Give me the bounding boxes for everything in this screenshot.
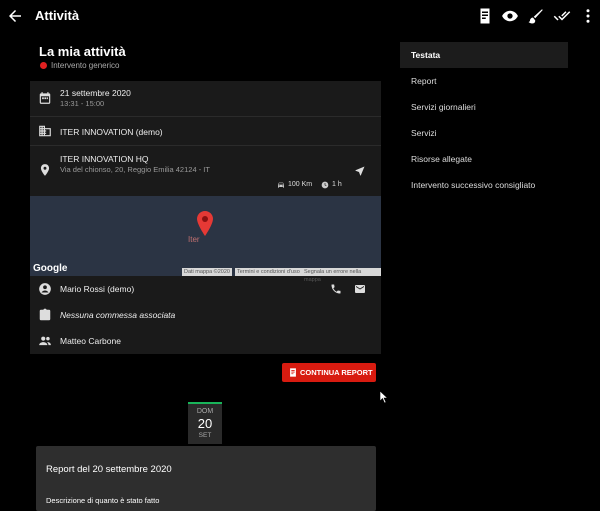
location-address: Via del chionso, 20, Reggio Emilia 42124…: [60, 165, 210, 174]
date-chip: DOM 20 SET: [188, 402, 222, 444]
contact-name: Mario Rossi (demo): [60, 284, 135, 294]
back-arrow-icon[interactable]: [6, 7, 24, 25]
activity-type: Intervento generico: [40, 61, 120, 70]
section-nav: Testata Report Servizi giornalieri Servi…: [400, 42, 568, 198]
activity-date: 21 settembre 2020: [60, 88, 131, 98]
team-member: Matteo Carbone: [60, 336, 121, 346]
activity-title: La mia attività: [39, 44, 126, 59]
continue-report-label: CONTINUA REPORT: [300, 368, 373, 377]
map-report-link[interactable]: Segnala un errore nella mappa: [302, 268, 381, 283]
map-view[interactable]: Iter Google Dati mappa ©2020 Termini e c…: [30, 196, 381, 283]
report-icon: [290, 368, 296, 377]
activity-card: 21 settembre 2020 13:31 - 15:00 ITER INN…: [30, 81, 381, 354]
report-description-label: Descrizione di quanto è stato fatto: [46, 496, 160, 505]
nav-item-servizi[interactable]: Servizi: [400, 120, 568, 146]
car-icon: [278, 182, 284, 188]
map-terms-link[interactable]: Termini e condizioni d'uso: [235, 268, 302, 276]
distance-value: 100 Km: [288, 181, 313, 188]
map-data-attribution[interactable]: Dati mappa ©2020: [182, 268, 232, 276]
document-icon[interactable]: [476, 7, 494, 25]
calendar-icon: [39, 92, 51, 104]
continue-report-button[interactable]: CONTINUA REPORT: [282, 363, 376, 382]
team-row[interactable]: Matteo Carbone: [30, 328, 381, 354]
company-name: ITER INNOVATION (demo): [60, 127, 163, 137]
report-title: Report del 20 settembre 2020: [46, 464, 172, 475]
mouse-cursor-icon: [380, 391, 389, 403]
map-pin-icon[interactable]: [197, 211, 213, 236]
nav-item-intervento-successivo[interactable]: Intervento successivo consigliato: [400, 172, 568, 198]
nav-item-testata[interactable]: Testata: [400, 42, 568, 68]
nav-item-report[interactable]: Report: [400, 68, 568, 94]
google-logo: Google: [33, 263, 68, 274]
contact-row[interactable]: Mario Rossi (demo): [30, 276, 381, 302]
person-icon: [39, 283, 51, 295]
order-row[interactable]: Nessuna commessa associata: [30, 302, 381, 328]
double-check-icon[interactable]: [553, 7, 571, 25]
clipboard-icon: [39, 308, 51, 321]
people-icon: [39, 336, 51, 346]
activity-header: La mia attività Intervento generico: [30, 40, 381, 80]
more-vert-icon[interactable]: [579, 7, 597, 25]
location-pin-icon: [40, 164, 50, 176]
order-status: Nessuna commessa associata: [60, 310, 176, 320]
date-chip-month: SET: [198, 432, 212, 439]
location-row[interactable]: ITER INNOVATION HQ Via del chionso, 20, …: [30, 146, 381, 196]
clock-icon: [321, 181, 329, 189]
date-chip-day: 20: [197, 416, 213, 431]
activity-type-label: Intervento generico: [51, 61, 120, 70]
date-chip-weekday: DOM: [196, 408, 214, 415]
eye-icon[interactable]: [501, 7, 519, 25]
report-card[interactable]: Report del 20 settembre 2020 Descrizione…: [36, 446, 376, 511]
duration-value: 1 h: [332, 181, 342, 188]
date-row: 21 settembre 2020 13:31 - 15:00: [30, 81, 381, 116]
status-dot: [40, 62, 47, 69]
nav-item-risorse-allegate[interactable]: Risorse allegate: [400, 146, 568, 172]
phone-icon[interactable]: [330, 283, 342, 295]
activity-time: 13:31 - 15:00: [60, 99, 105, 108]
activity-panel: La mia attività Intervento generico 21 s…: [30, 40, 381, 354]
nav-item-servizi-giornalieri[interactable]: Servizi giornalieri: [400, 94, 568, 120]
email-icon[interactable]: [354, 283, 366, 295]
company-row[interactable]: ITER INNOVATION (demo): [30, 117, 381, 145]
map-place-label: Iter: [188, 235, 200, 244]
page-title: Attività: [35, 8, 80, 23]
app-bar: Attività: [0, 0, 600, 32]
brush-icon[interactable]: [527, 7, 545, 25]
location-name: ITER INNOVATION HQ: [60, 154, 149, 164]
navigate-icon[interactable]: [354, 165, 366, 177]
building-icon: [39, 125, 51, 137]
